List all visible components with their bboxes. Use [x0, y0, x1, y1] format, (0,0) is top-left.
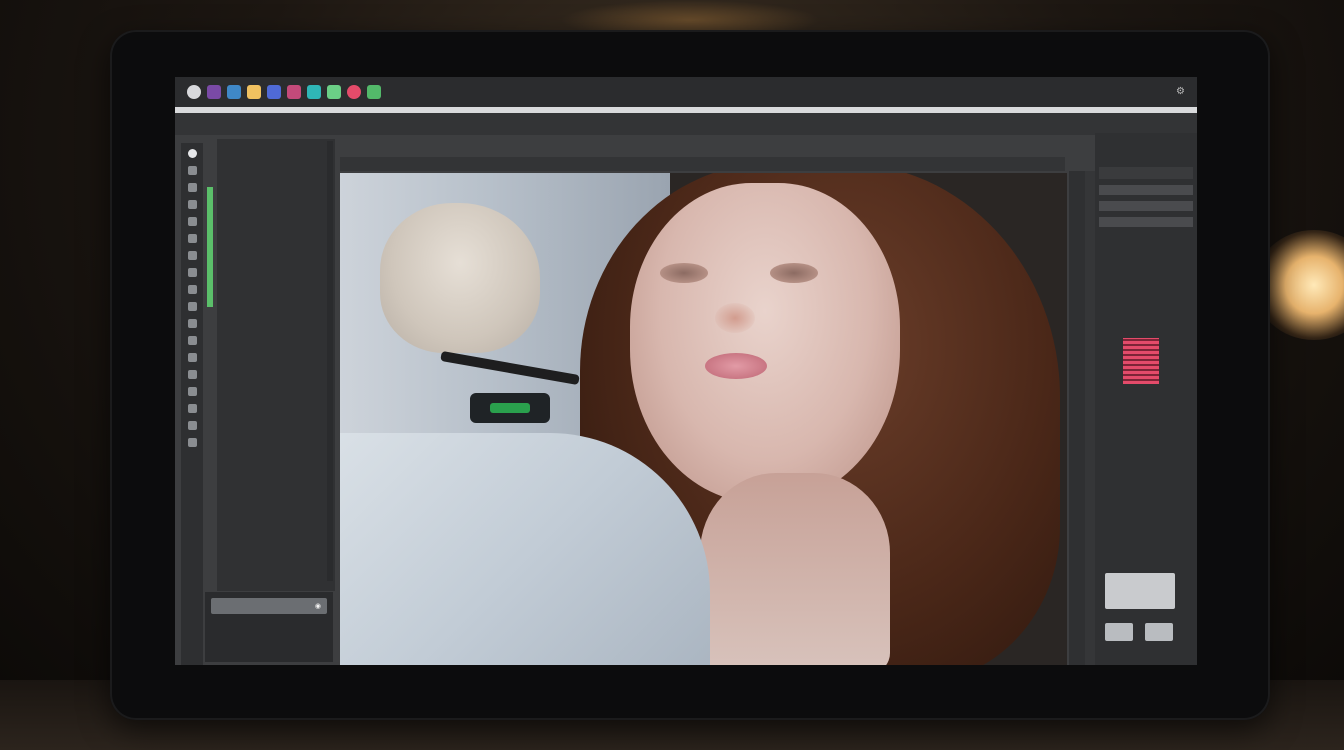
- lasso-tool-icon[interactable]: [187, 183, 197, 192]
- bottom-panel: ◉: [205, 592, 333, 662]
- crop-tool-icon[interactable]: [187, 200, 197, 209]
- pen-icon[interactable]: [287, 85, 301, 99]
- canvas-eye-left: [660, 263, 708, 283]
- canvas-face: [630, 183, 900, 503]
- dodge-tool-icon[interactable]: [187, 336, 197, 345]
- gradient-tool-icon[interactable]: [187, 302, 197, 311]
- preset-field[interactable]: ◉: [211, 598, 327, 614]
- layers-icon[interactable]: [227, 85, 241, 99]
- folder-icon[interactable]: [247, 85, 261, 99]
- path-tool-icon[interactable]: [187, 387, 197, 396]
- zoom-tool-icon[interactable]: [187, 438, 197, 447]
- blur-tool-icon[interactable]: [187, 319, 197, 328]
- thumb-b[interactable]: [1145, 623, 1173, 641]
- move-tool-icon[interactable]: [187, 166, 197, 175]
- canvas-device-led: [490, 403, 530, 413]
- hand-tool-icon[interactable]: [187, 421, 197, 430]
- eyedropper-tool-icon[interactable]: [187, 217, 197, 226]
- app-bar-icons: [187, 85, 381, 99]
- heal-tool-icon[interactable]: [187, 234, 197, 243]
- preview-thumbnail[interactable]: [1105, 573, 1175, 609]
- effects-icon[interactable]: [307, 85, 321, 99]
- eye-icon[interactable]: ◉: [315, 602, 321, 610]
- text-tool-icon[interactable]: [187, 370, 197, 379]
- eraser-tool-icon[interactable]: [187, 285, 197, 294]
- app-bar: ⚙: [175, 77, 1197, 107]
- shape-tool-icon[interactable]: [187, 404, 197, 413]
- panel-section-title: [1099, 167, 1193, 179]
- adjust-icon[interactable]: [327, 85, 341, 99]
- canvas-neck: [700, 473, 890, 665]
- panel-slider[interactable]: [1099, 185, 1193, 195]
- thumb-a[interactable]: [1105, 623, 1133, 641]
- screen: ⚙ ◉: [175, 77, 1197, 665]
- shape-icon[interactable]: [267, 85, 281, 99]
- record-icon[interactable]: [347, 85, 361, 99]
- app-icon[interactable]: [187, 85, 201, 99]
- active-indicator: [207, 187, 213, 307]
- panel-slider[interactable]: [1099, 201, 1193, 211]
- tool-strip: [181, 143, 203, 665]
- layers-panel: [217, 139, 335, 591]
- panel-tabs: [1099, 137, 1193, 149]
- canvas-mouth: [705, 353, 767, 379]
- canvas-hand: [380, 203, 540, 353]
- options-bar: [175, 113, 1197, 135]
- stamp-tool-icon[interactable]: [187, 268, 197, 277]
- flag-icon[interactable]: [367, 85, 381, 99]
- color-grid[interactable]: [1123, 338, 1159, 384]
- vertical-ruler: [1069, 171, 1085, 665]
- properties-panel: [1095, 133, 1197, 665]
- canvas-eye-right: [770, 263, 818, 283]
- photo-canvas[interactable]: [340, 173, 1067, 665]
- pen-tool-icon[interactable]: [187, 353, 197, 362]
- canvas-nose: [715, 303, 755, 333]
- vertical-scrollbar[interactable]: [1085, 171, 1095, 665]
- brush-tool-icon[interactable]: [187, 251, 197, 260]
- settings-icon[interactable]: ⚙: [1176, 86, 1185, 97]
- document-tab[interactable]: [340, 157, 1065, 171]
- layers-scrollbar[interactable]: [327, 141, 333, 581]
- selection-tool-icon[interactable]: [187, 149, 197, 158]
- panel-slider[interactable]: [1099, 217, 1193, 227]
- brush-icon[interactable]: [207, 85, 221, 99]
